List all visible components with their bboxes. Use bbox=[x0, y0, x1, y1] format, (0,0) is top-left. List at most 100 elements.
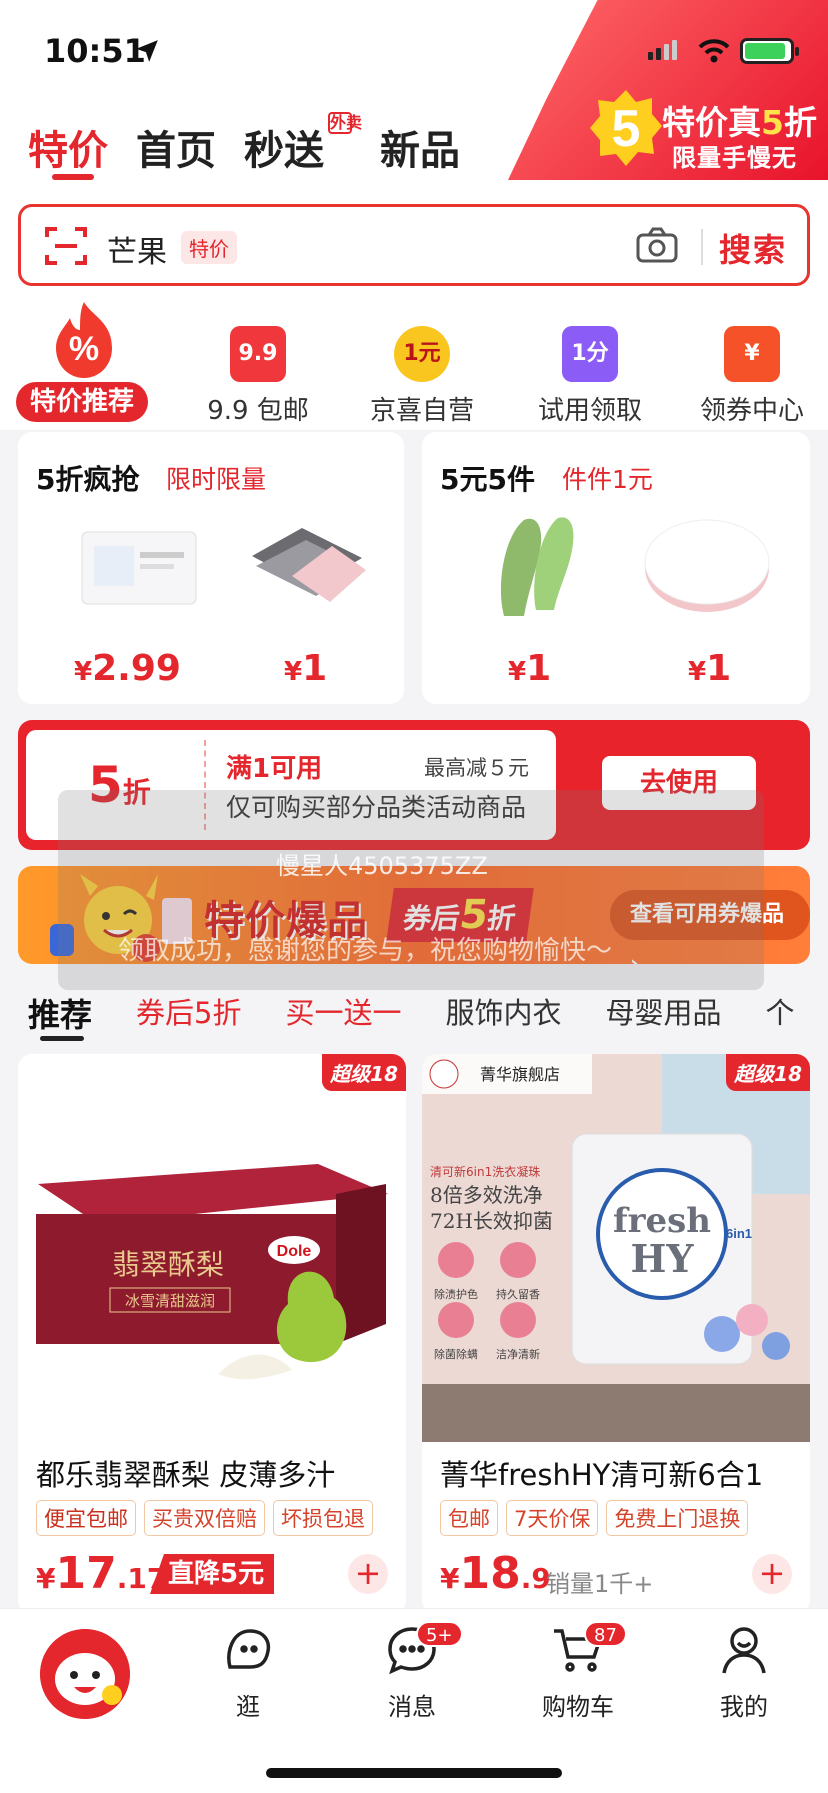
deal-title: 5元5件 bbox=[440, 463, 535, 496]
home-indicator bbox=[266, 1768, 562, 1778]
product-title[interactable]: 都乐翡翠酥梨 皮薄多汁 bbox=[36, 1452, 335, 1494]
coupon-center-icon: ¥ bbox=[724, 326, 780, 382]
tab-tejia[interactable]: 特价 bbox=[28, 118, 108, 176]
header-area: 10:51 5 特价真5折 限量手慢无 特价 首页 秒送外卖 新品 芒果 特价 … bbox=[0, 0, 828, 430]
cart-count-badge: 87 bbox=[584, 1621, 627, 1647]
product-image-insoles[interactable] bbox=[464, 506, 614, 626]
nav-label: 购物车 bbox=[542, 1693, 614, 1721]
stroll-icon bbox=[227, 1629, 271, 1669]
product-card[interactable]: fresh HY 6in1 清可新6in1洗衣凝珠 8倍多效洗净 72H长效抑菌… bbox=[422, 1054, 810, 1614]
product-tag: 包邮 bbox=[440, 1500, 498, 1536]
feed-tab-recommend[interactable]: 推荐 bbox=[28, 990, 92, 1036]
svg-text:%: % bbox=[69, 330, 99, 368]
product-image-pear[interactable]: 翡翠酥梨 冰雪清甜滋润 Dole bbox=[18, 1054, 406, 1442]
sales-count: 销量1千+ bbox=[546, 1570, 654, 1598]
category-row: % 特价推荐 9.9 9.9 包邮 1元 京喜自营 1分 试用领取 ¥ 领券中心 bbox=[0, 300, 828, 430]
feed-tab-bogo[interactable]: 买一送一 bbox=[285, 990, 401, 1036]
search-bar[interactable]: 芒果 特价 搜索 bbox=[18, 204, 810, 286]
product-tag: 坏损包退 bbox=[273, 1500, 373, 1536]
cat-label: 京喜自营 bbox=[369, 396, 474, 426]
cat-coupon-center[interactable]: ¥ 领券中心 bbox=[682, 326, 822, 427]
nav-stroll[interactable]: 逛 bbox=[188, 1621, 308, 1722]
nav-cart[interactable]: 购物车 87 bbox=[518, 1621, 638, 1722]
cat-hot-recommend[interactable]: 特价推荐 bbox=[16, 382, 149, 422]
brand-hy: HY bbox=[630, 1236, 694, 1281]
hot-deals-banner[interactable]: 特价爆品 券后5折 查看可用券爆品 › bbox=[18, 866, 810, 964]
search-button[interactable]: 搜索 bbox=[719, 225, 787, 271]
deal-card-half-price[interactable]: 5折疯抢 限时限量 ¥2.99 ¥1 bbox=[18, 432, 404, 704]
promo-headline[interactable]: 特价真5折 bbox=[662, 96, 817, 144]
product-price: ¥18.9 bbox=[440, 1548, 551, 1599]
feed-tab-baby[interactable]: 母婴用品 bbox=[606, 990, 722, 1036]
cellular-signal-icon bbox=[648, 40, 677, 60]
wifi-icon bbox=[698, 39, 730, 63]
flame-percent-icon[interactable]: % bbox=[46, 300, 122, 380]
product-tag: 免费上门退换 bbox=[606, 1500, 749, 1536]
coupon-divider bbox=[204, 740, 206, 830]
deal-price: ¥1 bbox=[284, 648, 328, 689]
cat-trial[interactable]: 1分 试用领取 bbox=[520, 326, 660, 427]
product-tag: 7天价保 bbox=[506, 1500, 599, 1536]
product-card[interactable]: 翡翠酥梨 冰雪清甜滋润 Dole 超级18 都乐翡翠酥梨 皮薄多汁 便宜包邮 买… bbox=[18, 1054, 406, 1614]
cat-label: 试用领取 bbox=[537, 396, 642, 426]
scan-icon[interactable] bbox=[45, 225, 87, 267]
brand-6in1: 6in1 bbox=[726, 1226, 752, 1241]
status-bar: 10:51 bbox=[0, 0, 828, 100]
battery-icon bbox=[740, 38, 799, 64]
top-tabs: 特价 首页 秒送外卖 新品 bbox=[28, 112, 460, 176]
view-coupon-deals-button[interactable]: 查看可用券爆品 › bbox=[610, 890, 810, 964]
deal-subtitle: 件件1元 bbox=[562, 465, 653, 494]
img-feature: 除菌除螨 bbox=[434, 1347, 478, 1361]
camera-icon[interactable] bbox=[635, 225, 679, 265]
product-tag: 买贵双倍赔 bbox=[144, 1500, 265, 1536]
coupon-ticket: 5折 满1可用 最高减５元 仅可购买部分品类活动商品 bbox=[26, 730, 556, 840]
img-line: 72H长效抑菌 bbox=[430, 1209, 553, 1233]
promo-five-badge-icon[interactable]: 5 bbox=[590, 88, 662, 172]
nav-label: 我的 bbox=[720, 1693, 768, 1721]
home-mascot-icon[interactable] bbox=[40, 1629, 130, 1719]
location-arrow-icon bbox=[136, 40, 158, 62]
active-tab-indicator bbox=[52, 174, 94, 180]
search-divider bbox=[701, 229, 703, 265]
product-image-detergent[interactable]: fresh HY 6in1 清可新6in1洗衣凝珠 8倍多效洗净 72H长效抑菌… bbox=[422, 1054, 810, 1442]
add-to-cart-button[interactable]: + bbox=[752, 1554, 792, 1594]
nav-label: 消息 bbox=[388, 1693, 436, 1721]
waimai-tag: 外卖 bbox=[328, 112, 363, 134]
img-line: 清可新6in1洗衣凝珠 bbox=[430, 1164, 540, 1179]
product-image-sponge[interactable] bbox=[632, 506, 782, 626]
feed-tab-indicator bbox=[40, 1036, 84, 1041]
coupon-card[interactable]: 5折 满1可用 最高减５元 仅可购买部分品类活动商品 去使用 bbox=[18, 720, 810, 850]
tab-new[interactable]: 新品 bbox=[380, 118, 460, 176]
product-title[interactable]: 菁华freshHY清可新6合1 bbox=[440, 1452, 763, 1494]
banner-title: 特价爆品 bbox=[204, 898, 368, 944]
product-image-wipes[interactable] bbox=[64, 506, 214, 626]
use-coupon-button[interactable]: 去使用 bbox=[602, 756, 756, 810]
nav-profile[interactable]: 我的 bbox=[684, 1621, 804, 1722]
img-feature: 除渍护色 bbox=[434, 1287, 478, 1301]
deal-price: ¥2.99 bbox=[74, 648, 181, 689]
message-count-badge: 5+ bbox=[416, 1621, 463, 1647]
cat-99-free-ship[interactable]: 9.9 9.9 包邮 bbox=[188, 326, 328, 427]
deal-price: ¥1 bbox=[508, 648, 552, 689]
deal-card-five-for-five[interactable]: 5元5件 件件1元 ¥1 ¥1 bbox=[422, 432, 810, 704]
cat-label: 9.9 包邮 bbox=[207, 396, 309, 426]
profile-icon bbox=[722, 1627, 766, 1674]
bottom-nav: 逛 消息 5+ 购物车 87 我的 bbox=[0, 1608, 828, 1793]
coupon-description: 仅可购买部分品类活动商品 bbox=[226, 793, 527, 822]
deal-title: 5折疯抢 bbox=[36, 463, 140, 496]
cat-jingxi-self[interactable]: 1元 京喜自营 bbox=[352, 326, 492, 427]
product-image-cloths[interactable] bbox=[232, 506, 382, 626]
product-tags: 包邮 7天价保 免费上门退换 bbox=[440, 1500, 749, 1536]
nav-messages[interactable]: 消息 5+ bbox=[352, 1621, 472, 1722]
img-feature: 洁净清新 bbox=[496, 1347, 540, 1361]
feed-tab-more[interactable]: 个 bbox=[766, 990, 795, 1036]
feed-tab-apparel[interactable]: 服饰内衣 bbox=[445, 990, 561, 1036]
tab-home[interactable]: 首页 bbox=[136, 118, 216, 176]
search-input[interactable]: 芒果 bbox=[107, 227, 167, 271]
feed-tab-half-price[interactable]: 券后5折 bbox=[136, 990, 241, 1036]
tab-miaosong[interactable]: 秒送外卖 bbox=[244, 112, 362, 176]
img-line: 8倍多效洗净 bbox=[430, 1183, 543, 1207]
add-to-cart-button[interactable]: + bbox=[348, 1554, 388, 1594]
promo-digit: 5 bbox=[612, 100, 641, 158]
box-subtext: 冰雪清甜滋润 bbox=[125, 1292, 215, 1310]
